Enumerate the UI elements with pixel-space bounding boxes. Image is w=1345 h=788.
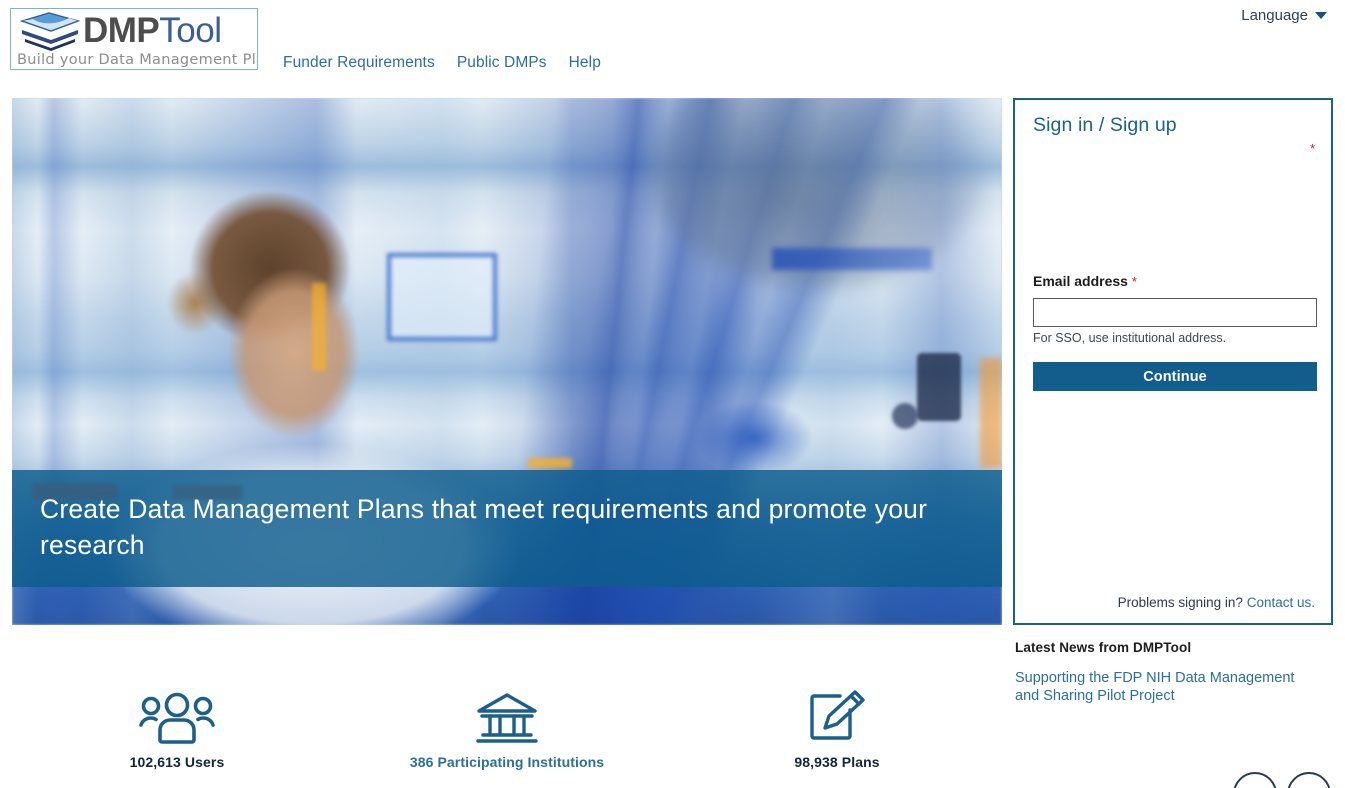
stat-plans-value: 98,938 Plans bbox=[794, 754, 880, 770]
photo-detail-monitor bbox=[387, 253, 497, 341]
news-section-title: Latest News from DMPTool bbox=[1015, 640, 1192, 655]
site-statistics: 102,613 Users 386 Participating Institut… bbox=[12, 660, 1002, 788]
users-group-icon bbox=[138, 686, 216, 744]
photo-detail-yellow-2 bbox=[528, 458, 572, 468]
edit-document-pencil-icon bbox=[807, 686, 867, 744]
problems-signing-in-text: Problems signing in? bbox=[1117, 595, 1243, 610]
continue-button[interactable]: Continue bbox=[1033, 362, 1317, 391]
help-widget-button[interactable] bbox=[1233, 772, 1277, 788]
site-header: DMPTool Build your Data Management Plan … bbox=[0, 0, 1345, 90]
photo-detail-yellow-1 bbox=[312, 283, 326, 371]
contact-us-link[interactable]: Contact us. bbox=[1247, 595, 1315, 610]
stat-institutions: 386 Participating Institutions bbox=[342, 660, 672, 788]
email-label-text: Email address bbox=[1033, 273, 1128, 289]
stat-institutions-value[interactable]: 386 Participating Institutions bbox=[410, 754, 604, 770]
nav-funder-requirements[interactable]: Funder Requirements bbox=[283, 54, 435, 72]
photo-detail-band bbox=[772, 248, 932, 270]
stat-plans: 98,938 Plans bbox=[672, 660, 1002, 788]
nav-help[interactable]: Help bbox=[569, 54, 601, 72]
email-input[interactable] bbox=[1033, 298, 1317, 327]
stat-users-value: 102,613 Users bbox=[129, 754, 225, 770]
stat-users: 102,613 Users bbox=[12, 660, 342, 788]
institution-bank-icon bbox=[475, 686, 539, 744]
logo-wordmark: DMPTool bbox=[83, 11, 222, 51]
logo-word-tool: Tool bbox=[159, 11, 222, 50]
dmptool-landing-page: DMPTool Build your Data Management Plan … bbox=[0, 0, 1345, 788]
signin-signup-panel: Sign in / Sign up * Email address * For … bbox=[1013, 98, 1333, 625]
photo-detail-orange-3 bbox=[980, 358, 1002, 468]
email-field-label: Email address * bbox=[1033, 273, 1137, 289]
language-selector[interactable]: Language bbox=[1241, 7, 1327, 24]
logo-word-dmp: DMP bbox=[83, 11, 160, 50]
news-item-link[interactable]: Supporting the FDP NIH Data Management a… bbox=[1015, 669, 1305, 705]
required-marker-top: * bbox=[1309, 141, 1315, 156]
email-required-marker: * bbox=[1131, 274, 1137, 289]
photo-detail-valve bbox=[917, 353, 961, 421]
main-navigation: Funder Requirements Public DMPs Help bbox=[283, 54, 601, 72]
language-label: Language bbox=[1241, 7, 1308, 24]
hero-caption: Create Data Management Plans that meet r… bbox=[12, 470, 1002, 587]
logo-tagline: Build your Data Management Plan bbox=[17, 52, 258, 68]
signin-panel-title: Sign in / Sign up bbox=[1033, 114, 1177, 136]
problems-signing-in-row: Problems signing in? Contact us. bbox=[1118, 595, 1315, 610]
hero-headline: Create Data Management Plans that meet r… bbox=[40, 494, 928, 560]
site-logo[interactable]: DMPTool Build your Data Management Plan bbox=[10, 8, 258, 70]
photo-detail-valve-knob bbox=[892, 403, 918, 429]
chat-widget-button[interactable] bbox=[1287, 772, 1331, 788]
hero-banner: Create Data Management Plans that meet r… bbox=[12, 98, 1002, 625]
stacked-layers-icon bbox=[19, 12, 81, 52]
latest-news-section: Latest News from DMPTool Supporting the … bbox=[1015, 640, 1335, 705]
nav-public-dmps[interactable]: Public DMPs bbox=[457, 54, 547, 72]
sso-help-note: For SSO, use institutional address. bbox=[1033, 331, 1227, 345]
chevron-down-icon bbox=[1315, 12, 1327, 19]
